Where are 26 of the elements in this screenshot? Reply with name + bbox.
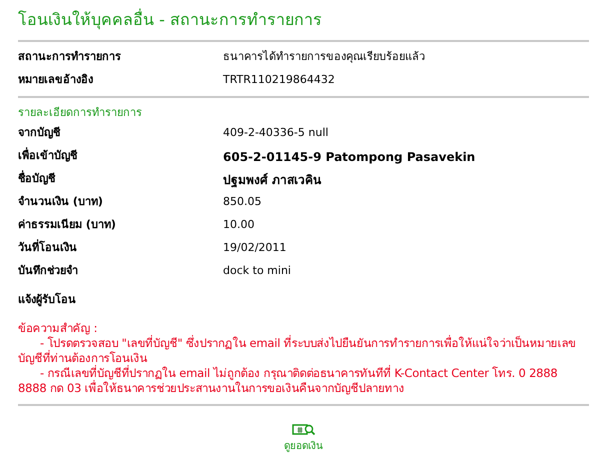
field-value: 19/02/2011 <box>223 240 286 256</box>
field-value: 409-2-40336-5 null <box>223 125 328 142</box>
field-label: ค่าธรรมเนียม (บาท) <box>18 217 117 234</box>
page-title: โอนเงินให้บุคคลอื่น - สถานะการทำรายการ <box>18 10 322 29</box>
field-value: TRTR110219864432 <box>223 72 335 88</box>
field-label: วันที่โอนเงิน <box>18 240 78 256</box>
field-label: จำนวนเงิน (บาท) <box>18 194 104 210</box>
field-value: ปฐมพงศ์ ภาสเวคิน <box>223 172 322 188</box>
field-label: สถานะการทำรายการ <box>18 49 122 66</box>
field-value: dock to mini <box>223 263 291 280</box>
notice-heading: ข้อความสำคัญ : <box>18 321 98 336</box>
field-value: 850.05 <box>223 194 262 210</box>
field-label: หมายเลขอ้างอิง <box>18 72 94 88</box>
field-label: จากบัญชี <box>18 125 62 142</box>
field-value: 10.00 <box>223 217 254 234</box>
notice-text: - โปรดตรวจสอบ "เลขที่บัญชี" ซึ่งปรากฏใน email ที่ระบบส่งไปยืนยันการทำรายการเพื่อให้แน่ใจว่าเป็นหมายเลขบัญชีที่ท่านต้องการโอนเงิน <box>18 336 577 365</box>
view-balance-button[interactable]: ดูยอดเงิน <box>284 422 323 454</box>
section-heading: รายละเอียดการทำรายการ <box>18 104 142 121</box>
field-label: แจ้งผู้รับโอน <box>18 292 76 308</box>
balance-icon <box>292 422 316 436</box>
field-label: บันทึกช่วยจำ <box>18 263 79 280</box>
field-value: ธนาคารได้ทำรายการของคุณเรียบร้อยแล้ว <box>223 49 425 66</box>
field-label: ชื่อบัญชี <box>18 171 56 188</box>
field-label: เพื่อเข้าบัญชี <box>18 148 78 164</box>
notice-text: - กรณีเลขที่บัญชีที่ปรากฏใน email ไม่ถูกต้อง กรุณาติดต่อธนาคารทันทีที่ K-Contact Center โทร. 0 2888 8888 กด 03 เพื่อให้ธนาคารช่วยประสานงานในการขอเงินคืนจากบัญชีปลายทาง <box>18 366 559 396</box>
field-value: 605-2-01145-9 Patompong Pasavekin <box>223 148 476 166</box>
